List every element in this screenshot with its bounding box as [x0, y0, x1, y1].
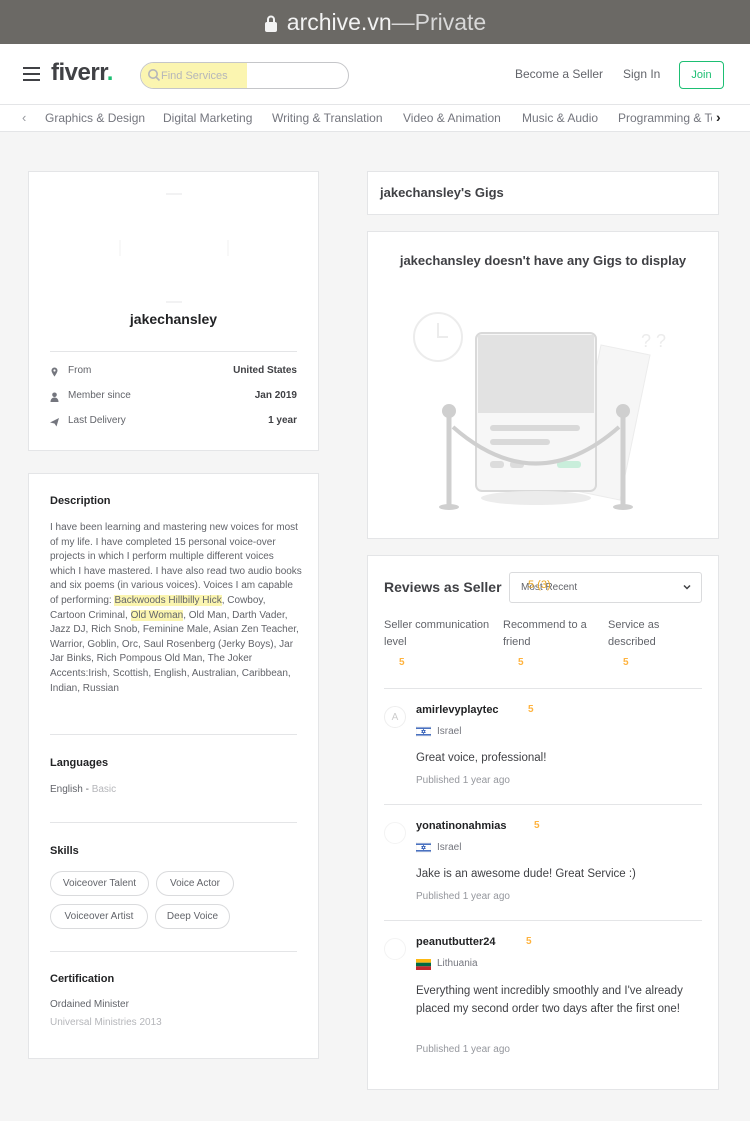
- review-text: Great voice, professional!: [416, 752, 547, 764]
- reviews-sort-select[interactable]: Most Recent 5 (3): [509, 572, 702, 603]
- category-writing-translation[interactable]: Writing & Translation: [272, 111, 383, 125]
- metric-score: 5: [518, 657, 524, 668]
- review-rating: 5: [528, 704, 534, 715]
- language-item: English - Basic: [50, 784, 117, 795]
- empty-gigs-illustration: ? ?: [413, 312, 666, 510]
- review-text: Jake is an awesome dude! Great Service :…: [416, 868, 636, 880]
- review-avatar: A: [384, 706, 406, 728]
- info-label: Member since: [68, 390, 131, 401]
- paper-plane-icon: [50, 418, 59, 427]
- review-text: Everything went incredibly smoothly and …: [416, 985, 683, 1015]
- review-date: Published 1 year ago: [416, 891, 510, 902]
- review-username[interactable]: amirlevyplaytec: [416, 704, 499, 716]
- category-programming-tech[interactable]: Programming & Tech: [618, 111, 712, 125]
- review-rating: 5: [526, 936, 532, 947]
- chevron-right-icon[interactable]: ›: [716, 109, 721, 125]
- skill-tag[interactable]: Voice Actor: [156, 871, 234, 896]
- browser-address-bar[interactable]: archive.vn — Private: [0, 0, 750, 44]
- review-username[interactable]: peanutbutter24: [416, 936, 495, 948]
- info-label: From: [68, 365, 92, 376]
- metric-label: Service as described: [608, 619, 660, 648]
- lock-icon: [264, 15, 277, 32]
- profile-divider: [50, 351, 297, 352]
- category-graphics-design[interactable]: Graphics & Design: [45, 111, 145, 125]
- section-divider: [50, 822, 297, 823]
- metric-label: Seller communication level: [384, 619, 490, 648]
- fiverr-logo[interactable]: fiverr.: [51, 59, 113, 87]
- rating-overlay: 5 (3): [528, 579, 551, 591]
- reviews-title: Reviews as Seller: [384, 579, 502, 595]
- category-music-audio[interactable]: Music & Audio: [522, 111, 598, 125]
- skills-title: Skills: [50, 845, 79, 857]
- skill-tag[interactable]: Voiceover Artist: [50, 904, 148, 929]
- review-divider: [384, 688, 702, 689]
- review-date: Published 1 year ago: [416, 775, 510, 786]
- review-country: Israel: [437, 726, 462, 737]
- info-label: Last Delivery: [68, 415, 126, 426]
- israel-flag-icon: [416, 726, 431, 737]
- section-divider: [50, 734, 297, 735]
- metric-score: 5: [623, 657, 629, 668]
- review-avatar: [384, 822, 406, 844]
- category-digital-marketing[interactable]: Digital Marketing: [163, 111, 252, 125]
- certification-title: Certification: [50, 973, 115, 985]
- info-value: Jan 2019: [254, 390, 297, 401]
- browser-mode: Private: [414, 8, 487, 35]
- description-text: I have been learning and mastering new v…: [50, 522, 302, 694]
- review-country: Lithuania: [437, 958, 478, 969]
- review-country: Israel: [437, 842, 462, 853]
- languages-title: Languages: [50, 757, 109, 769]
- svg-text:? ?: ? ?: [641, 331, 666, 351]
- info-value: United States: [233, 365, 297, 376]
- review-divider: [384, 920, 702, 921]
- skill-tag[interactable]: Deep Voice: [155, 904, 230, 929]
- review-rating: 5: [534, 820, 540, 831]
- info-row-member-since: Member since Jan 2019: [50, 390, 297, 406]
- chevron-down-icon: [683, 584, 691, 590]
- site-header: fiverr. Become a Seller Sign In Join: [0, 44, 750, 105]
- metric-score: 5: [399, 657, 405, 668]
- category-video-animation[interactable]: Video & Animation: [403, 111, 501, 125]
- gigs-title: jakechansley's Gigs: [380, 185, 504, 200]
- info-row-from: From United States: [50, 365, 297, 381]
- review-username[interactable]: yonatinonahmias: [416, 820, 506, 832]
- join-button[interactable]: Join: [679, 61, 724, 89]
- info-value: 1 year: [268, 415, 297, 426]
- description-title: Description: [50, 495, 111, 507]
- chevron-left-icon[interactable]: ‹: [22, 110, 26, 125]
- metric-label: Recommend to a friend: [503, 619, 587, 648]
- lithuania-flag-icon: [416, 959, 431, 970]
- browser-domain: archive.vn: [286, 8, 392, 35]
- search-input[interactable]: [161, 67, 341, 85]
- become-seller-link[interactable]: Become a Seller: [515, 67, 603, 81]
- info-row-last-delivery: Last Delivery 1 year: [50, 415, 297, 431]
- no-gigs-message: jakechansley doesn't have any Gigs to di…: [399, 253, 687, 268]
- profile-avatar: [119, 193, 229, 303]
- search-box[interactable]: [140, 62, 349, 89]
- review-date: Published 1 year ago: [416, 1044, 510, 1055]
- browser-separator: —: [391, 8, 415, 35]
- category-menu: ‹ Graphics & Design Digital Marketing Wr…: [0, 105, 750, 132]
- review-divider: [384, 804, 702, 805]
- section-divider: [50, 951, 297, 952]
- review-avatar: [384, 938, 406, 960]
- israel-flag-icon: [416, 842, 431, 853]
- hamburger-menu-icon[interactable]: [23, 67, 40, 81]
- cert-name: Ordained Minister: [50, 999, 129, 1010]
- search-icon: [148, 69, 161, 82]
- cert-org: Universal Ministries 2013: [50, 1017, 162, 1028]
- skill-tag[interactable]: Voiceover Talent: [50, 871, 149, 896]
- profile-username[interactable]: jakechansley: [28, 311, 319, 327]
- location-pin-icon: [51, 367, 58, 377]
- user-icon: [50, 392, 59, 402]
- sign-in-link[interactable]: Sign In: [623, 67, 660, 81]
